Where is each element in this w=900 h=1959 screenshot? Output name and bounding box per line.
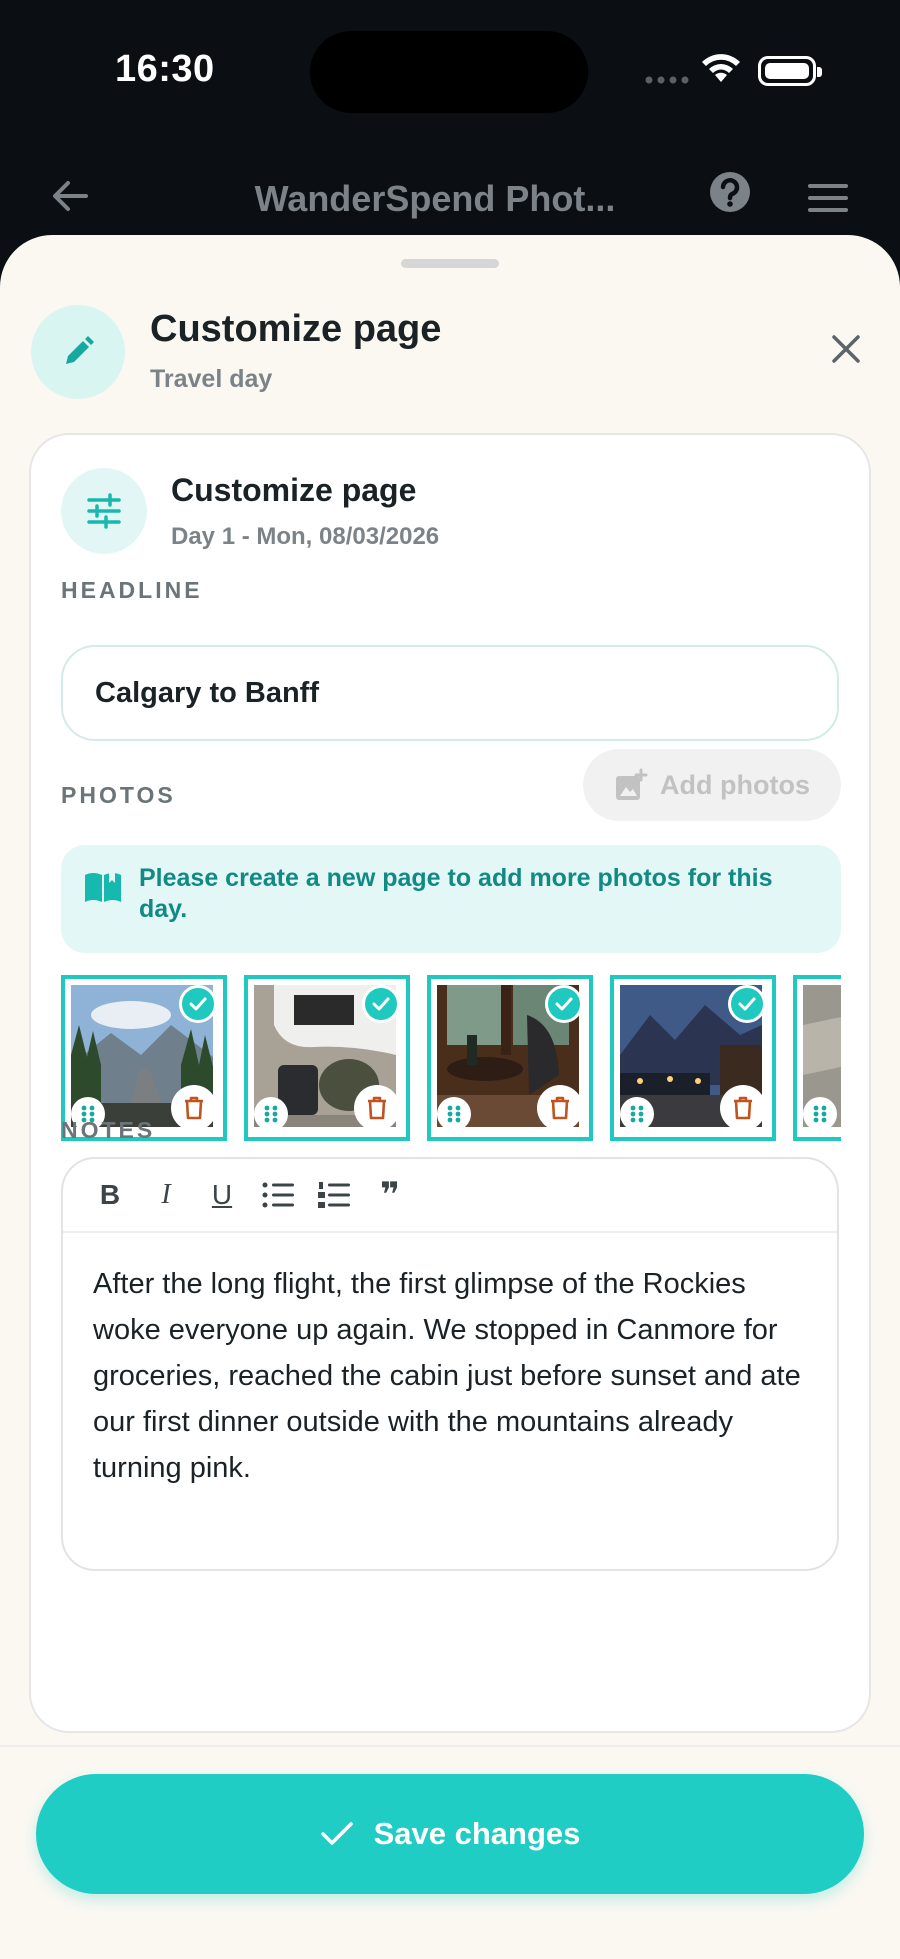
cellular-signal-icon bbox=[645, 76, 689, 84]
delete-photo-icon[interactable] bbox=[720, 1085, 766, 1131]
quote-button[interactable]: ❞ bbox=[373, 1176, 407, 1214]
italic-button[interactable]: I bbox=[149, 1178, 183, 1212]
notes-label: NOTES bbox=[61, 1117, 156, 1143]
save-changes-label: Save changes bbox=[373, 1816, 581, 1851]
add-photo-icon bbox=[616, 768, 648, 800]
numbered-list-button[interactable] bbox=[317, 1178, 351, 1212]
photo-tile[interactable] bbox=[610, 975, 776, 1141]
status-time: 16:30 bbox=[115, 48, 215, 90]
bottom-action-bar: Save changes bbox=[0, 1745, 900, 1959]
headline-label: HEADLINE bbox=[61, 577, 203, 603]
wifi-icon bbox=[702, 54, 740, 82]
photo-tile[interactable] bbox=[793, 975, 841, 1141]
open-book-icon bbox=[85, 871, 121, 902]
delete-photo-icon[interactable] bbox=[354, 1085, 400, 1131]
bullet-list-button[interactable] bbox=[261, 1178, 295, 1212]
back-arrow-icon[interactable] bbox=[48, 174, 92, 218]
notes-editor[interactable]: B I U ❞ After the long flight, the first… bbox=[61, 1157, 839, 1571]
checkmark-icon bbox=[320, 1822, 353, 1845]
selected-check-icon[interactable] bbox=[362, 985, 400, 1023]
help-icon[interactable] bbox=[708, 170, 752, 214]
drag-handle-icon[interactable] bbox=[254, 1097, 288, 1131]
selected-check-icon[interactable] bbox=[728, 985, 766, 1023]
drag-handle-icon[interactable] bbox=[803, 1097, 837, 1131]
add-photos-button[interactable]: Add photos bbox=[583, 749, 841, 821]
customize-card: Customize page Day 1 - Mon, 08/03/2026 H… bbox=[29, 433, 871, 1733]
numbered-list-icon bbox=[318, 1182, 350, 1208]
status-bar: 16:30 bbox=[0, 0, 900, 150]
pencil-icon bbox=[31, 305, 125, 399]
underline-button[interactable]: U bbox=[205, 1178, 239, 1212]
photos-label: PHOTOS bbox=[61, 782, 176, 808]
add-photos-label: Add photos bbox=[660, 769, 810, 800]
bold-button[interactable]: B bbox=[93, 1178, 127, 1212]
save-changes-button[interactable]: Save changes bbox=[36, 1774, 864, 1894]
bullet-list-icon bbox=[262, 1182, 294, 1208]
headline-input[interactable] bbox=[61, 645, 839, 741]
card-subtitle: Day 1 - Mon, 08/03/2026 bbox=[171, 523, 440, 550]
close-icon[interactable] bbox=[828, 331, 864, 367]
info-banner: Please create a new page to add more pho… bbox=[61, 845, 841, 953]
photo-strip[interactable] bbox=[61, 975, 841, 1141]
card-title: Customize page bbox=[171, 472, 417, 508]
photo-tile[interactable] bbox=[244, 975, 410, 1141]
selected-check-icon[interactable] bbox=[545, 985, 583, 1023]
sliders-icon bbox=[61, 468, 147, 554]
selected-check-icon[interactable] bbox=[179, 985, 217, 1023]
formatting-toolbar: B I U ❞ bbox=[63, 1159, 837, 1233]
app-title: WanderSpend Phot... bbox=[254, 178, 616, 219]
dynamic-island bbox=[310, 31, 588, 113]
notes-text[interactable]: After the long flight, the first glimpse… bbox=[63, 1233, 837, 1491]
battery-icon bbox=[758, 56, 822, 86]
delete-photo-icon[interactable] bbox=[171, 1085, 217, 1131]
sheet-grabber[interactable] bbox=[401, 259, 499, 268]
drag-handle-icon[interactable] bbox=[620, 1097, 654, 1131]
app-bar: WanderSpend Phot... bbox=[0, 150, 900, 245]
info-message: Please create a new page to add more pho… bbox=[139, 864, 773, 923]
drag-handle-icon[interactable] bbox=[437, 1097, 471, 1131]
photo-tile[interactable] bbox=[427, 975, 593, 1141]
sheet-subtitle: Travel day bbox=[150, 365, 273, 393]
bottom-sheet: Customize page Travel day Customize page… bbox=[0, 235, 900, 1957]
menu-icon[interactable] bbox=[806, 182, 850, 214]
delete-photo-icon[interactable] bbox=[537, 1085, 583, 1131]
sheet-title: Customize page bbox=[150, 308, 442, 350]
